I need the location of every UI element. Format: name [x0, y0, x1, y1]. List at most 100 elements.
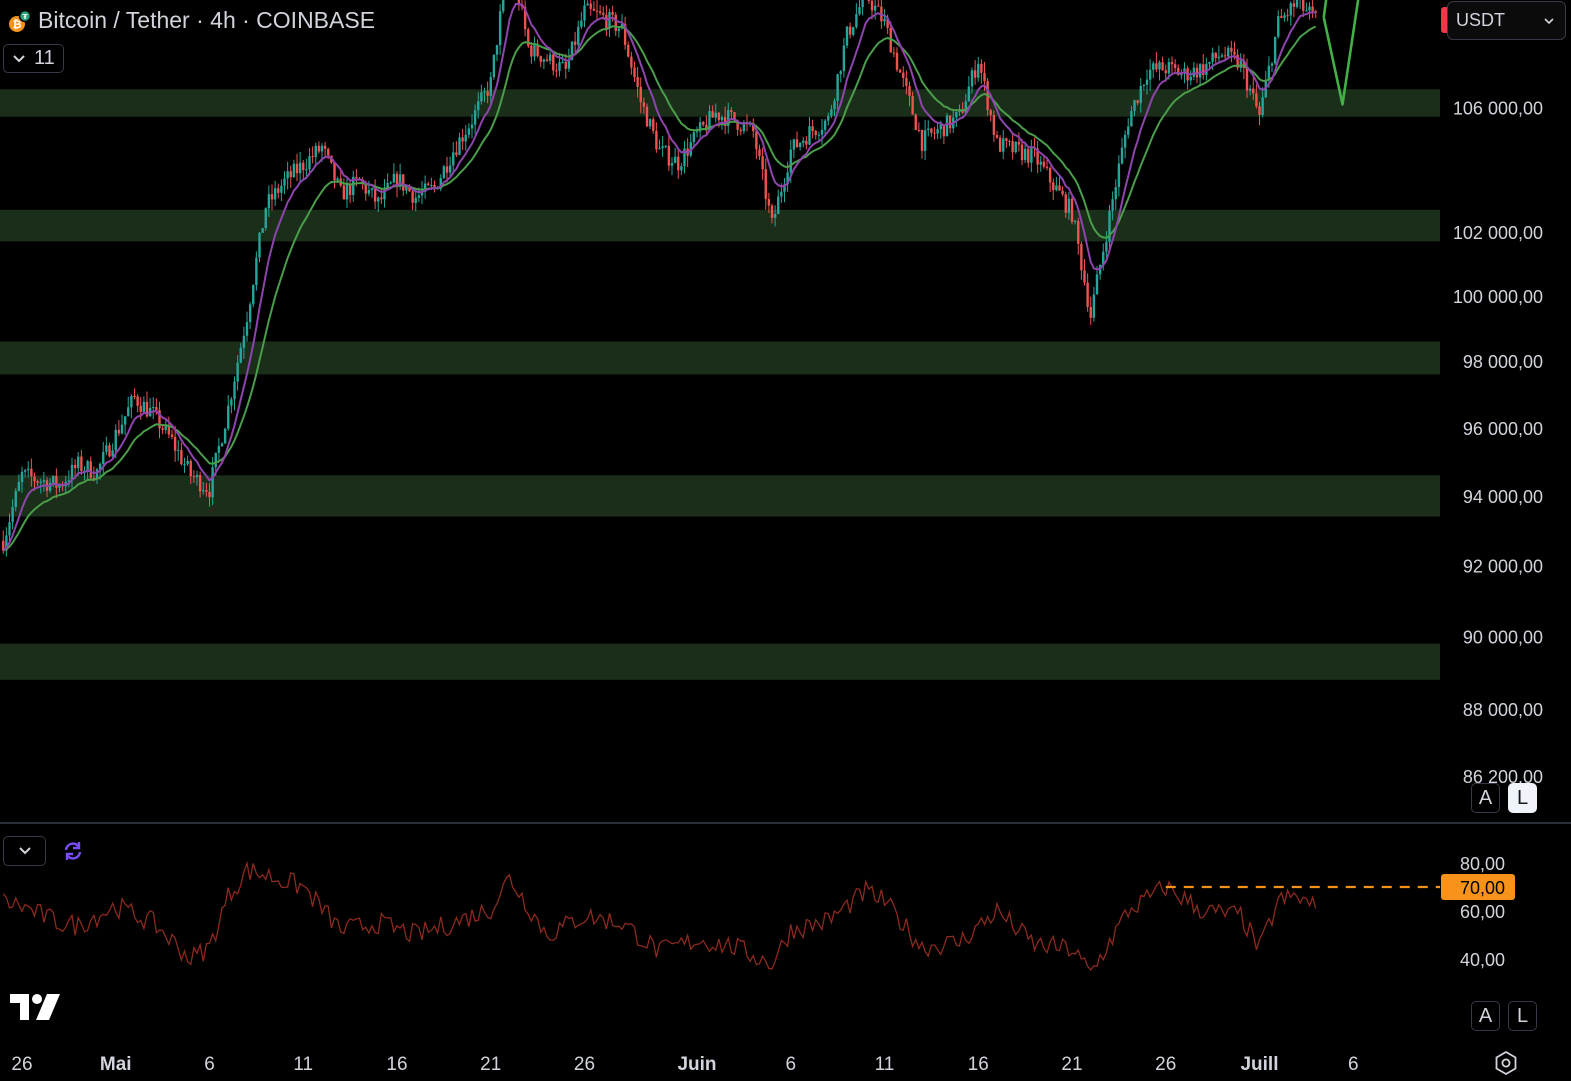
candle-body	[1198, 64, 1202, 78]
candle-body	[989, 110, 992, 115]
candle-body	[11, 507, 14, 523]
candle-body	[739, 129, 742, 132]
price-tick-label: 88 000,00	[1463, 700, 1543, 720]
projection-arrow	[1322, 0, 1360, 106]
price-tick-label: 106 000,00	[1453, 99, 1543, 119]
candle-body	[1270, 63, 1274, 66]
candle-body	[1223, 55, 1227, 57]
log-scale-button[interactable]: L	[1508, 783, 1537, 813]
candle-body	[1311, 6, 1314, 12]
rsi-log-scale-button[interactable]: L	[1508, 1001, 1537, 1031]
candle-body	[1308, 6, 1311, 11]
candle-body	[123, 416, 127, 425]
rsi-tick-label: 40,00	[1460, 950, 1505, 970]
candle-body	[14, 490, 17, 508]
candle-body	[433, 184, 436, 187]
price-tick-label: 94 000,00	[1463, 487, 1543, 507]
time-axis[interactable]: 26 Mai 6 11 16 21 26 Juin 6 11 16 21 26 Juill 6	[11, 1054, 1358, 1075]
candle-body	[108, 445, 111, 457]
candle-body	[202, 490, 205, 492]
rsi-axis[interactable]: 80,00 60,00 40,00 70,00	[1441, 854, 1515, 970]
rsi-auto-scale-button[interactable]: A	[1471, 1001, 1500, 1031]
candle-body	[995, 134, 999, 138]
time-tick-label: Juill	[1240, 1054, 1278, 1075]
candle-body	[770, 205, 774, 218]
candle-body	[155, 406, 158, 411]
candle-body	[933, 132, 936, 134]
candle-body	[23, 470, 27, 472]
candle-body	[230, 399, 233, 406]
indicators-toggle-button[interactable]: 11	[3, 44, 64, 73]
candle-body	[930, 128, 933, 133]
candle-body	[595, 10, 599, 12]
time-tick-label: 21	[1061, 1054, 1082, 1075]
settings-icon[interactable]	[1493, 1050, 1519, 1076]
svg-text:₮: ₮	[23, 13, 28, 21]
projection-arrows	[1322, 0, 1360, 106]
candle-body	[614, 14, 617, 32]
candle-body	[936, 129, 939, 134]
candle-body	[298, 162, 302, 174]
time-tick-label: 16	[968, 1054, 989, 1075]
candle-body	[289, 171, 292, 178]
candle-body	[873, 5, 877, 11]
candle-body	[845, 26, 849, 46]
candle-body	[767, 199, 771, 206]
candle-body	[642, 102, 646, 107]
candle-body	[923, 130, 927, 151]
candle-body	[248, 304, 252, 323]
price-axis[interactable]: 114 000,00110 000,00106 000,00102 000,00…	[1441, 0, 1564, 787]
candle-body	[805, 140, 808, 145]
candle-body	[1289, 3, 1292, 16]
candle-body	[677, 156, 680, 171]
candle-body	[1148, 69, 1152, 80]
candle-body	[583, 5, 586, 21]
price-chart[interactable]: 114 000,00110 000,00106 000,00102 000,00…	[0, 0, 1571, 1080]
candle-body	[1273, 36, 1277, 64]
candle-body	[661, 146, 664, 149]
candle-body	[1167, 62, 1171, 74]
candle-body	[598, 11, 602, 13]
candle-body	[945, 115, 949, 137]
candle-body	[630, 56, 633, 68]
candle-body	[827, 115, 830, 121]
support-zones	[0, 89, 1440, 680]
currency-select[interactable]: USDT	[1447, 1, 1566, 40]
chevron-down-icon	[18, 847, 31, 855]
refresh-icon[interactable]	[60, 838, 86, 864]
candle-body	[120, 424, 124, 434]
candle-body	[452, 152, 455, 166]
candle-body	[1073, 220, 1077, 222]
price-tick-label: 90 000,00	[1463, 627, 1543, 647]
candle-body	[414, 197, 417, 203]
candle-body	[1077, 220, 1080, 244]
rsi-toggle-button[interactable]	[3, 836, 46, 866]
candle-body	[455, 152, 458, 155]
candle-body	[1030, 147, 1033, 163]
candle-body	[264, 208, 267, 229]
candle-body	[336, 178, 339, 181]
price-tick-label: 100 000,00	[1453, 287, 1543, 307]
candle-body	[320, 145, 324, 152]
candle-body	[1045, 166, 1049, 168]
candle-body	[305, 169, 308, 171]
symbol-title[interactable]: Bitcoin / Tether · 4h · COINBASE	[38, 7, 375, 34]
candle-body	[530, 45, 533, 57]
candle-body	[983, 72, 986, 82]
candle-body	[877, 5, 880, 7]
candle-body	[1048, 167, 1052, 183]
candle-body	[855, 14, 858, 28]
candle-body	[973, 70, 977, 78]
candle-body	[1302, 0, 1305, 11]
candle-body	[1158, 62, 1161, 70]
auto-scale-button[interactable]: A	[1471, 783, 1500, 813]
candle-body	[1142, 84, 1146, 86]
tradingview-logo-icon	[9, 993, 61, 1021]
price-tick-label: 96 000,00	[1463, 419, 1543, 439]
candle-body	[483, 91, 486, 93]
candle-body	[1105, 241, 1108, 252]
candle-body	[152, 406, 155, 408]
rsi-line	[2, 860, 1317, 972]
candle-body	[1261, 97, 1264, 116]
candle-body	[823, 120, 827, 130]
